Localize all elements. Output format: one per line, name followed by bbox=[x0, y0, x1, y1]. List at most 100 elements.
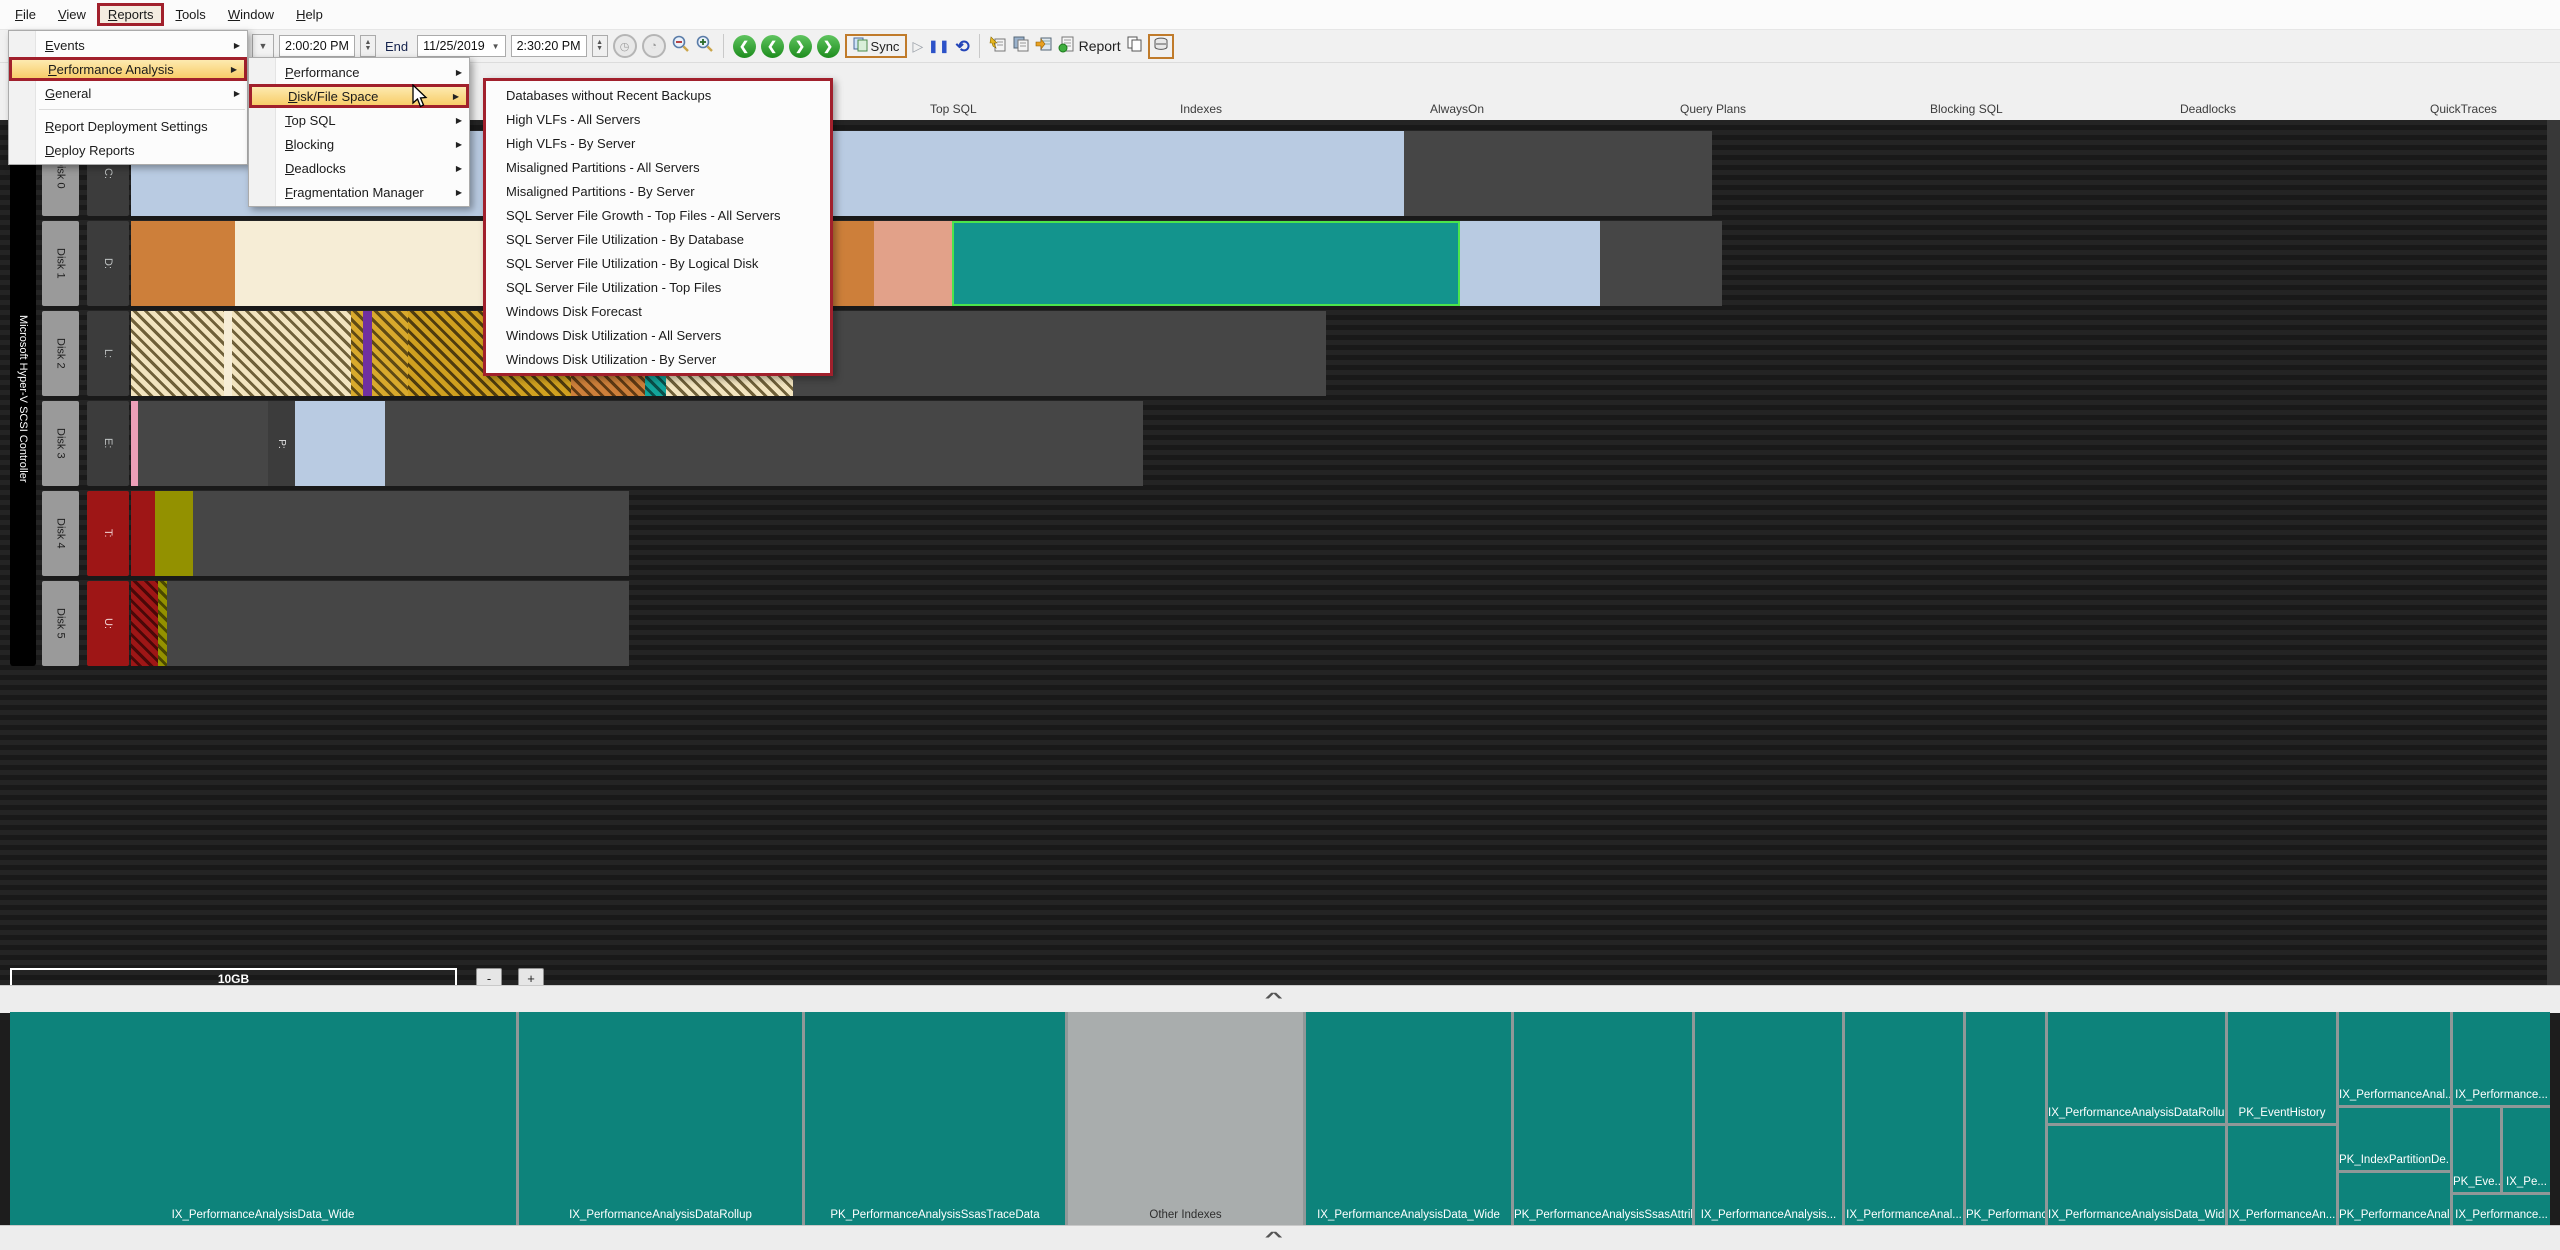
menu-item-deploy-reports[interactable]: Deploy Reports bbox=[9, 138, 247, 162]
menu-item-disk-file-space[interactable]: Disk/File Space▶ bbox=[249, 84, 469, 108]
menu-item-high-vlfs-by-server[interactable]: High VLFs - By Server bbox=[486, 131, 830, 155]
treemap-block-ix-performanceanal[interactable]: IX_PerformanceAnal... bbox=[1845, 1012, 1963, 1225]
menu-item-fragmentation-manager[interactable]: Fragmentation Manager▶ bbox=[249, 180, 469, 204]
tab-indexes[interactable]: Indexes bbox=[1180, 102, 1222, 116]
zoom-out-icon[interactable] bbox=[671, 34, 690, 58]
treemap-block-ix-performance[interactable]: IX_Performance... bbox=[2453, 1012, 2550, 1105]
file-segment[interactable] bbox=[131, 221, 235, 306]
menu-item-windows-disk-forecast[interactable]: Windows Disk Forecast bbox=[486, 299, 830, 323]
treemap-block-ix-performanceanalysisdatarollup[interactable]: IX_PerformanceAnalysisDataRollup bbox=[2048, 1012, 2225, 1123]
file-segment[interactable] bbox=[131, 581, 158, 666]
bottom-splitter[interactable]: ^ bbox=[0, 1225, 2560, 1250]
file-segment[interactable] bbox=[224, 311, 232, 396]
file-segment[interactable] bbox=[363, 311, 372, 396]
menu-item-performance-analysis[interactable]: Performance Analysis▶ bbox=[9, 57, 247, 81]
menu-item-top-sql[interactable]: Top SQL▶ bbox=[249, 108, 469, 132]
sync-button[interactable]: Sync bbox=[845, 34, 908, 58]
menu-item-high-vlfs-all-servers[interactable]: High VLFs - All Servers bbox=[486, 107, 830, 131]
step-forward-button[interactable]: ❯ bbox=[789, 35, 812, 58]
tab-blocking-sql[interactable]: Blocking SQL bbox=[1930, 102, 2003, 116]
file-segment[interactable] bbox=[372, 311, 408, 396]
menubar-item-tools[interactable]: Tools bbox=[164, 3, 216, 26]
tab-quicktraces[interactable]: QuickTraces bbox=[2430, 102, 2497, 116]
file-segment[interactable] bbox=[138, 401, 268, 486]
file-segment[interactable] bbox=[295, 401, 385, 486]
menu-item-sql-server-file-utilization-top-files[interactable]: SQL Server File Utilization - Top Files bbox=[486, 275, 830, 299]
menu-item-misaligned-partitions-by-server[interactable]: Misaligned Partitions - By Server bbox=[486, 179, 830, 203]
menubar-item-view[interactable]: View bbox=[47, 3, 97, 26]
copy-grid-icon[interactable] bbox=[1012, 35, 1030, 58]
treemap-block-ix-performancean[interactable]: IX_PerformanceAn... bbox=[2228, 1126, 2336, 1225]
treemap-block-pk-performanceanalysisssastracedata[interactable]: PK_PerformanceAnalysisSsasTraceData bbox=[805, 1012, 1065, 1225]
pause-button[interactable]: ❚❚ bbox=[928, 39, 950, 54]
menu-item-windows-disk-utilization-by-server[interactable]: Windows Disk Utilization - By Server bbox=[486, 347, 830, 371]
tab-query-plans[interactable]: Query Plans bbox=[1680, 102, 1746, 116]
file-segment[interactable] bbox=[351, 311, 363, 396]
treemap-block-ix-performanceanal[interactable]: IX_PerformanceAnal... bbox=[2339, 1012, 2450, 1105]
collapse-chevron-icon[interactable]: ^ bbox=[1265, 993, 1283, 1003]
menu-item-deadlocks[interactable]: Deadlocks▶ bbox=[249, 156, 469, 180]
treemap-block-ix-performanceanalysisdatarollup[interactable]: IX_PerformanceAnalysisDataRollup bbox=[519, 1012, 802, 1225]
menu-item-sql-server-file-utilization-by-database[interactable]: SQL Server File Utilization - By Databas… bbox=[486, 227, 830, 251]
tab-top-sql[interactable]: Top SQL bbox=[930, 102, 977, 116]
report-button[interactable]: Report bbox=[1058, 36, 1121, 56]
start-date-dropdown-button[interactable]: ▼ bbox=[252, 34, 274, 58]
menu-item-report-deployment-settings[interactable]: Report Deployment Settings bbox=[9, 114, 247, 138]
quicktrace-icon[interactable] bbox=[989, 35, 1007, 58]
file-segment[interactable] bbox=[155, 491, 193, 576]
menu-item-databases-without-recent-backups[interactable]: Databases without Recent Backups bbox=[486, 83, 830, 107]
refresh-button[interactable]: ⟲ bbox=[955, 39, 969, 54]
end-time-input[interactable]: 2:30:20 PM bbox=[511, 35, 587, 57]
gauge-icon[interactable]: ◔ bbox=[642, 34, 666, 58]
menu-item-sql-server-file-utilization-by-logical-disk[interactable]: SQL Server File Utilization - By Logical… bbox=[486, 251, 830, 275]
collapse-chevron-icon[interactable]: ^ bbox=[1265, 1232, 1283, 1242]
database-toggle-button[interactable] bbox=[1148, 34, 1174, 59]
file-segment[interactable] bbox=[131, 491, 155, 576]
file-segment[interactable] bbox=[952, 221, 1460, 306]
start-time-input[interactable]: 2:00:20 PM bbox=[279, 35, 355, 57]
import-grid-icon[interactable] bbox=[1035, 35, 1053, 58]
file-segment[interactable] bbox=[1460, 221, 1600, 306]
step-back-button[interactable]: ❮ bbox=[761, 35, 784, 58]
treemap-block-ix-performanceanalysisdata-wide[interactable]: IX_PerformanceAnalysisData_Wide bbox=[10, 1012, 516, 1225]
start-time-spinner[interactable]: ▲▼ bbox=[360, 35, 376, 57]
menu-item-sql-server-file-growth-top-files-all-servers[interactable]: SQL Server File Growth - Top Files - All… bbox=[486, 203, 830, 227]
zoom-in-icon[interactable] bbox=[695, 34, 714, 58]
history-clock-icon[interactable]: ◷ bbox=[613, 34, 637, 58]
file-segment[interactable] bbox=[232, 311, 351, 396]
menubar-item-window[interactable]: Window bbox=[217, 3, 285, 26]
tab-alwayson[interactable]: AlwaysOn bbox=[1430, 102, 1484, 116]
treemap-block-pk-performanceanal[interactable]: PK_PerformanceAnal... bbox=[2339, 1173, 2450, 1225]
treemap-block-pk-eventhistory[interactable]: PK_EventHistory bbox=[2228, 1012, 2336, 1123]
menu-item-events[interactable]: Events▶ bbox=[9, 33, 247, 57]
treemap-block-ix-performanceanalysis[interactable]: IX_PerformanceAnalysis... bbox=[1695, 1012, 1842, 1225]
play-button[interactable]: ▷ bbox=[912, 39, 923, 54]
treemap-block-ix-performanceanalysisdata-wide[interactable]: IX_PerformanceAnalysisData_Wide bbox=[2048, 1126, 2225, 1225]
menu-item-windows-disk-utilization-all-servers[interactable]: Windows Disk Utilization - All Servers bbox=[486, 323, 830, 347]
horizontal-splitter[interactable]: ^ bbox=[0, 985, 2560, 1013]
treemap-block-pk-eve[interactable]: PK_Eve... bbox=[2453, 1108, 2500, 1192]
menubar-item-reports[interactable]: Reports bbox=[97, 3, 165, 26]
vertical-scrollbar[interactable] bbox=[2547, 120, 2560, 985]
menu-item-performance[interactable]: Performance▶ bbox=[249, 60, 469, 84]
end-time-spinner[interactable]: ▲▼ bbox=[592, 35, 608, 57]
copy-pages-icon[interactable] bbox=[1126, 35, 1143, 57]
treemap-block-pk-performancean[interactable]: PK_PerformanceAn... bbox=[1966, 1012, 2045, 1225]
tab-deadlocks[interactable]: Deadlocks bbox=[2180, 102, 2236, 116]
treemap-block-ix-performance[interactable]: IX_Performance... bbox=[2453, 1195, 2550, 1225]
end-date-input[interactable]: 11/25/2019 ▼ bbox=[417, 35, 506, 57]
menu-item-general[interactable]: General▶ bbox=[9, 81, 247, 105]
file-segment[interactable] bbox=[131, 401, 138, 486]
file-segment[interactable]: P: bbox=[268, 401, 295, 486]
menubar-item-help[interactable]: Help bbox=[285, 3, 334, 26]
jump-back-button[interactable]: ❮ bbox=[733, 35, 756, 58]
treemap-block-ix-pe[interactable]: IX_Pe... bbox=[2503, 1108, 2550, 1192]
menu-item-blocking[interactable]: Blocking▶ bbox=[249, 132, 469, 156]
treemap-block-pk-performanceanalysisssasattrib[interactable]: PK_PerformanceAnalysisSsasAttrib... bbox=[1514, 1012, 1692, 1225]
treemap-block-pk-indexpartitionde[interactable]: PK_IndexPartitionDe... bbox=[2339, 1108, 2450, 1170]
menubar-item-file[interactable]: File bbox=[4, 3, 47, 26]
treemap-block-other-indexes[interactable]: Other Indexes bbox=[1068, 1012, 1303, 1225]
treemap-block-ix-performanceanalysisdata-wide[interactable]: IX_PerformanceAnalysisData_Wide bbox=[1306, 1012, 1511, 1225]
file-segment[interactable] bbox=[874, 221, 952, 306]
file-segment[interactable] bbox=[131, 311, 224, 396]
